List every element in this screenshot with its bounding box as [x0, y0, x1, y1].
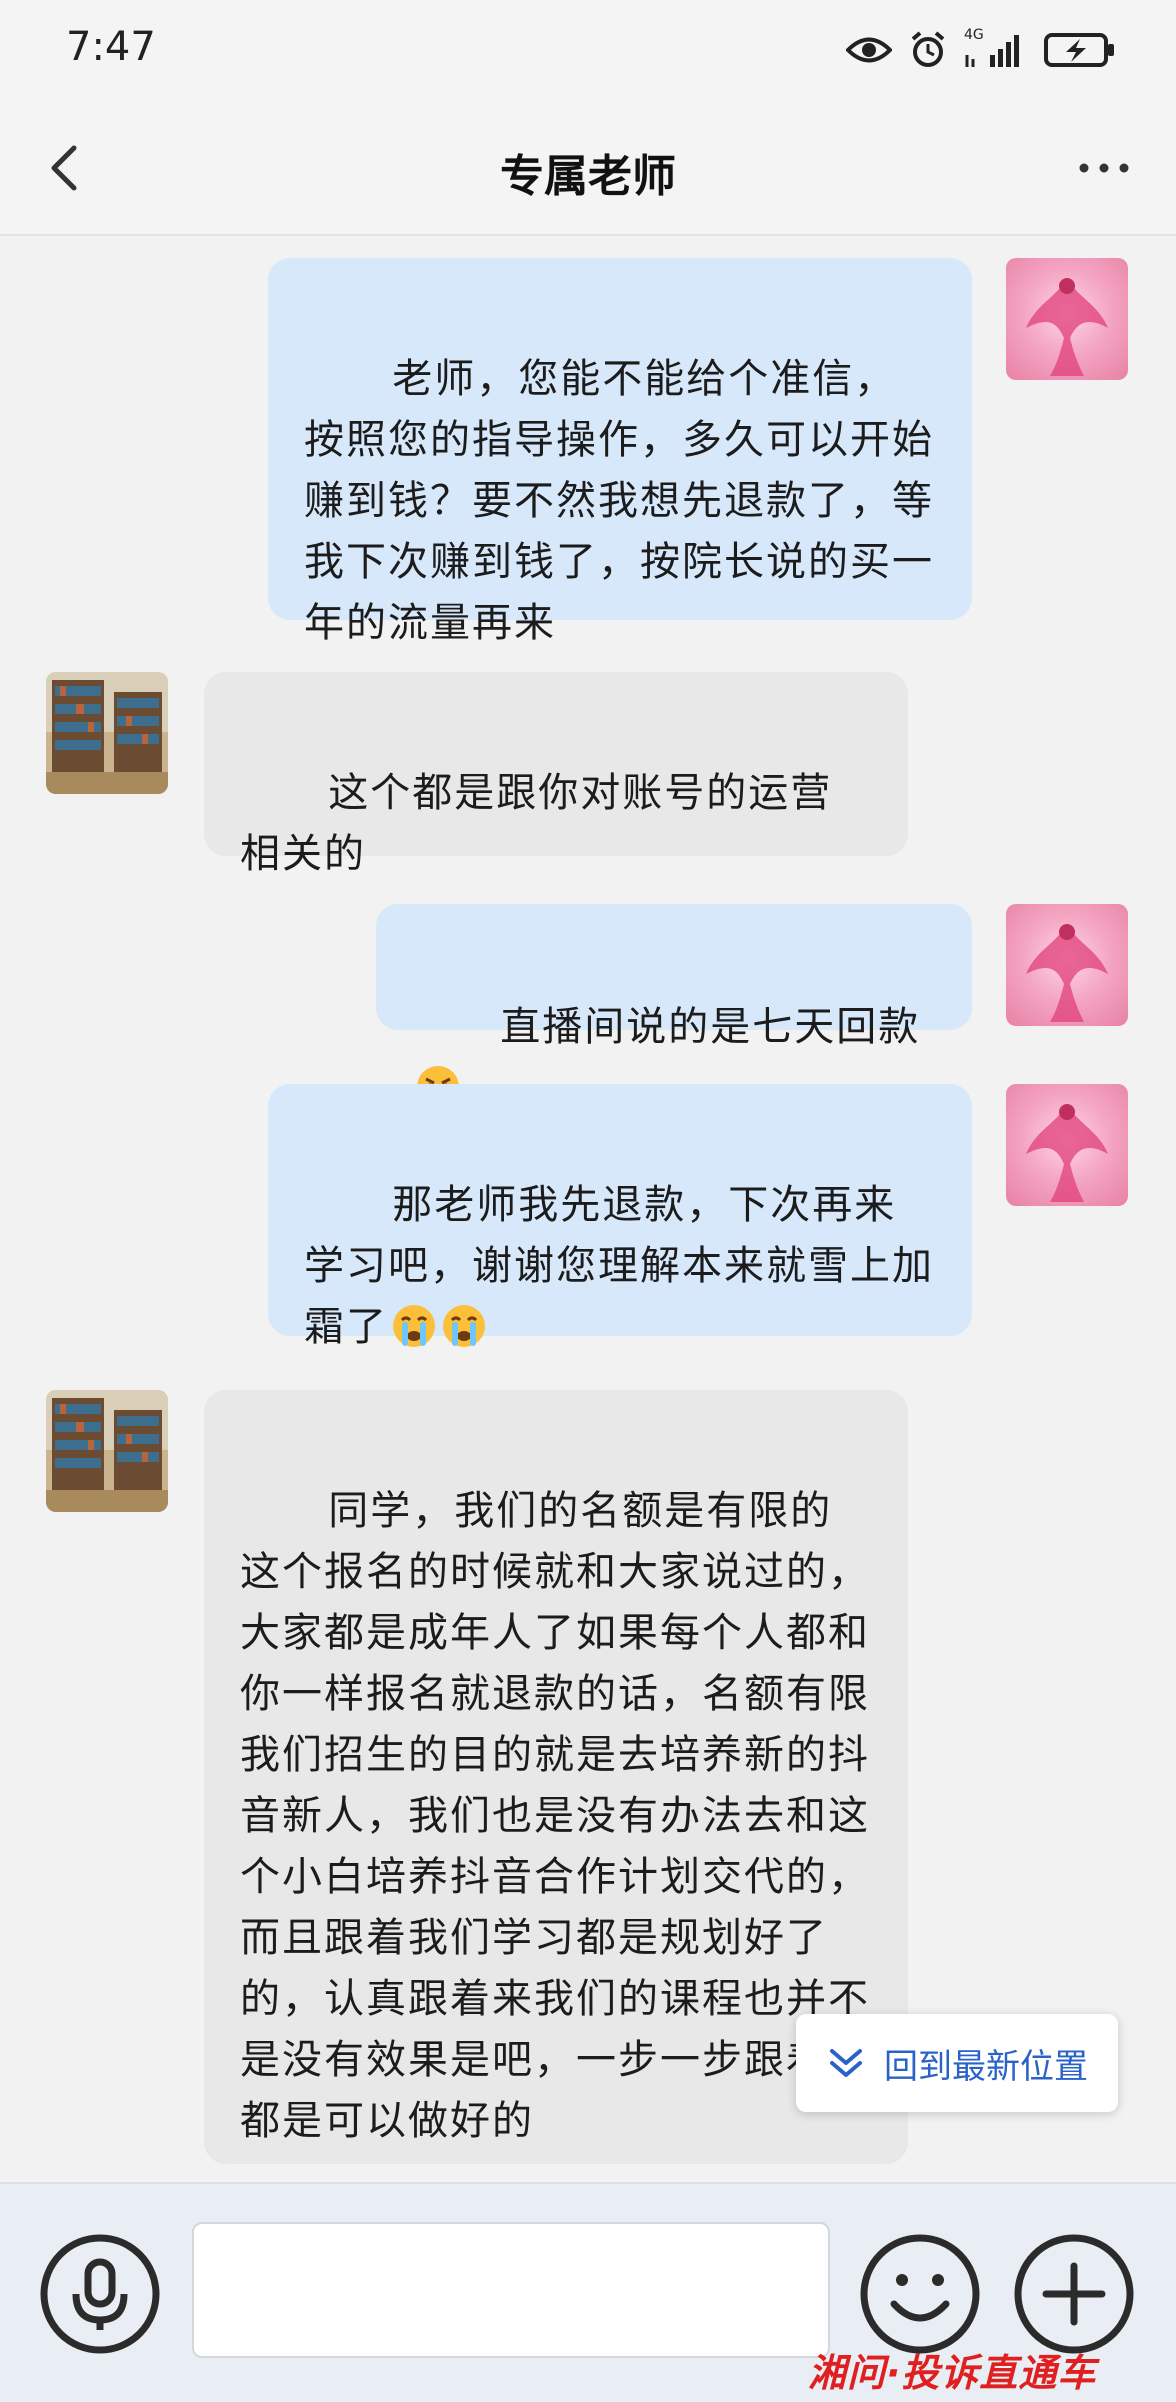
status-icons: 4G	[846, 26, 1116, 74]
my-avatar[interactable]	[1006, 904, 1128, 1026]
jump-to-latest-button[interactable]: 回到最新位置	[796, 2014, 1118, 2112]
watermark: 湘问·投诉直通车	[808, 2351, 1097, 2395]
message-text: 同学，我们的名额是有限的这个报名的时候就和大家说过的，大家都是成年人了如果每个人…	[240, 1488, 870, 2144]
smiley-icon	[860, 2234, 980, 2354]
teacher-avatar[interactable]	[46, 1390, 168, 1512]
page-title: 专属老师	[500, 151, 676, 202]
my-avatar[interactable]	[1006, 1084, 1128, 1206]
message-list[interactable]: 老师，您能不能给个准信，按照您的指导操作，多久可以开始赚到钱？要不然我想先退款了…	[0, 236, 1176, 2182]
crying-face-emoji	[440, 1302, 488, 1350]
status-bar: 7:47 4G	[0, 0, 1176, 100]
message-bubble[interactable]: 这个都是跟你对账号的运营相关的	[204, 672, 908, 877]
double-chevron-down-icon	[830, 2049, 862, 2077]
message-bubble[interactable]: 老师，您能不能给个准信，按照您的指导操作，多久可以开始赚到钱？要不然我想先退款了…	[268, 258, 972, 646]
emoji-button[interactable]	[858, 2232, 982, 2356]
eye-icon	[846, 35, 892, 65]
alarm-icon	[910, 31, 946, 69]
more-actions-button[interactable]	[1012, 2232, 1136, 2356]
status-time: 7:47	[66, 24, 156, 70]
chat-header: 专属老师	[0, 100, 1176, 236]
message-text: 老师，您能不能给个准信，按照您的指导操作，多久可以开始赚到钱？要不然我想先退款了…	[304, 356, 934, 646]
message-text: 直播间说的是七天回款	[500, 1004, 921, 1050]
my-avatar[interactable]	[1006, 258, 1128, 380]
voice-input-button[interactable]	[38, 2232, 162, 2356]
network-type-label: 4G	[964, 27, 984, 43]
jump-to-latest-label: 回到最新位置	[884, 2046, 1088, 2087]
message-text: 这个都是跟你对账号的运营相关的	[240, 770, 833, 877]
battery-charging-icon	[1044, 31, 1116, 69]
plus-icon	[1014, 2234, 1134, 2354]
microphone-icon	[40, 2234, 160, 2354]
more-horizontal-icon	[1079, 163, 1129, 173]
more-button[interactable]	[1072, 144, 1136, 192]
message-bubble[interactable]: 那老师我先退款，下次再来学习吧，谢谢您理解本来就雪上加霜了	[268, 1084, 972, 1350]
signal-icon: 4G	[964, 27, 1026, 69]
message-bubble[interactable]: 直播间说的是七天回款	[376, 904, 972, 1108]
crying-face-emoji	[390, 1302, 438, 1350]
message-input[interactable]	[192, 2222, 830, 2358]
teacher-avatar[interactable]	[46, 672, 168, 794]
